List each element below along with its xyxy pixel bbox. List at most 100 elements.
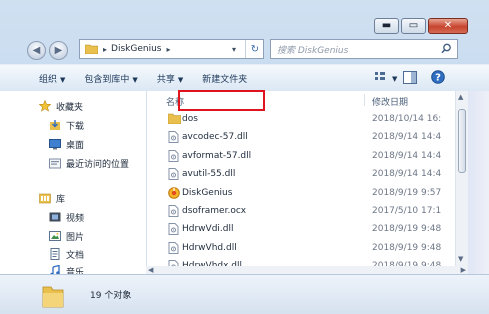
new-folder-button[interactable]: 新建文件夹 — [202, 72, 247, 85]
vertical-scrollbar[interactable]: ▲ ▼ — [455, 91, 468, 266]
preview-pane-icon[interactable] — [403, 71, 417, 87]
maximize-button[interactable]: ▭ — [401, 18, 426, 34]
file-name: HdrwVdi.dll — [182, 224, 234, 235]
chevron-down-icon: ▼ — [177, 75, 184, 84]
sidebar-favorites[interactable]: 收藏夹 — [38, 98, 84, 114]
file-name: dos — [182, 114, 198, 124]
sidebar-libraries[interactable]: 库 — [39, 190, 65, 206]
sidebar-item-label: 收藏夹 — [56, 102, 84, 113]
file-name: avutil-55.dll — [182, 169, 236, 180]
svg-text:?: ? — [435, 73, 441, 84]
list-item[interactable]: avutil-55.dll 2018/9/14 14:4 — [148, 165, 454, 183]
sidebar-item-desktop[interactable]: 桌面 — [49, 136, 84, 152]
diskgenius-app-icon — [168, 186, 180, 199]
file-name: DiskGenius — [182, 187, 233, 198]
video-icon — [49, 211, 61, 223]
forward-button[interactable]: ▶ — [49, 41, 68, 60]
content-area: 收藏夹 下载 桌面 最近访问的位置 库 视频 图片 文档 音乐 名称 修改日期 … — [0, 91, 489, 278]
file-date: 2018/9/14 14:4 — [372, 132, 442, 143]
sidebar-item-videos[interactable]: 视频 — [49, 209, 84, 225]
dll-file-icon — [168, 168, 180, 181]
file-date: 2017/5/10 17:1 — [372, 206, 442, 216]
file-date: 2018/9/19 9:48 — [372, 242, 442, 253]
dll-file-icon — [168, 205, 180, 217]
list-item[interactable]: avcodec-57.dll 2018/9/14 14:4 — [148, 128, 454, 146]
file-date: 2018/9/19 9:57 — [372, 187, 442, 198]
file-name: avformat-57.dll — [182, 150, 252, 161]
recent-places-icon — [49, 157, 61, 169]
sidebar-item-label: 文档 — [66, 250, 85, 261]
navigation-pane: 收藏夹 下载 桌面 最近访问的位置 库 视频 图片 文档 音乐 — [0, 91, 147, 278]
close-icon: ✕ — [443, 20, 453, 31]
highlight-box — [178, 90, 265, 111]
minimize-button[interactable]: ▬ — [374, 18, 399, 34]
chevron-down-icon: ▼ — [60, 75, 66, 84]
list-item[interactable]: dsoframer.ocx 2017/5/10 17:1 — [148, 202, 454, 220]
address-dropdown-icon[interactable]: ▾ — [232, 45, 236, 54]
sidebar-item-label: 视频 — [66, 213, 85, 224]
caption-buttons: ▬ ▭ ✕ — [372, 18, 468, 34]
search-input[interactable]: 搜索 DiskGenius — [277, 43, 348, 56]
folder-icon — [84, 44, 99, 55]
search-box[interactable]: 搜索 DiskGenius — [270, 39, 458, 59]
sidebar-item-recent-places[interactable]: 最近访问的位置 — [49, 155, 129, 171]
sidebar-item-label: 桌面 — [66, 140, 85, 151]
file-name: avcodec-57.dll — [182, 132, 248, 143]
scrollbar-thumb[interactable] — [458, 109, 466, 173]
refresh-icon: ↻ — [250, 43, 260, 55]
sidebar-item-pictures[interactable]: 图片 — [49, 228, 84, 244]
list-item[interactable]: DiskGenius 2018/9/19 9:57 — [148, 184, 454, 202]
list-item[interactable]: HdrwVdi.dll 2018/9/19 9:48 — [148, 220, 454, 238]
sidebar-item-downloads[interactable]: 下载 — [49, 117, 84, 133]
picture-icon — [49, 230, 61, 242]
file-list: 名称 修改日期 dos 2018/10/14 16: avcodec-57.dll 2… — [148, 91, 454, 273]
dll-file-icon — [168, 149, 180, 162]
address-bar[interactable]: ▸ DiskGenius ▸ ▾ — [79, 39, 264, 59]
breadcrumb-diskgenius[interactable]: DiskGenius — [111, 44, 161, 54]
file-date: 2018/9/14 14:4 — [372, 150, 442, 161]
desktop-icon — [49, 138, 61, 150]
details-pane: 19 个对象 — [0, 274, 489, 314]
scroll-down-icon[interactable]: ▼ — [458, 255, 463, 263]
view-options-icon[interactable] — [375, 72, 389, 86]
scroll-right-icon[interactable]: ▶ — [461, 266, 466, 274]
scroll-up-icon[interactable]: ▲ — [458, 93, 463, 101]
forward-arrow-icon: ▶ — [54, 44, 63, 56]
crumb-arrow[interactable]: ▸ — [166, 45, 170, 54]
file-name: HdrwVhd.dll — [182, 242, 237, 253]
list-item[interactable]: avformat-57.dll 2018/9/14 14:4 — [148, 147, 454, 165]
list-item[interactable]: HdrwVhd.dll 2018/9/19 9:48 — [148, 239, 454, 257]
star-icon — [38, 99, 52, 112]
download-folder-icon — [49, 119, 61, 131]
crumb-separator[interactable]: ▸ — [103, 45, 107, 54]
chevron-down-icon: ▼ — [132, 75, 138, 84]
column-divider[interactable] — [364, 94, 365, 106]
dll-file-icon — [168, 241, 180, 254]
file-date: 2018/10/14 16: — [372, 114, 442, 124]
share-menu[interactable]: 共享 ▼ — [157, 72, 183, 85]
column-header-date[interactable]: 修改日期 — [372, 95, 408, 108]
help-icon[interactable]: ? — [431, 70, 445, 87]
scroll-left-icon[interactable]: ◀ — [148, 266, 153, 274]
search-icon[interactable] — [441, 43, 452, 57]
refresh-button[interactable]: ↻ — [245, 40, 264, 58]
folder-icon — [167, 113, 182, 125]
command-bar: 组织 ▼ 包含到库中 ▼ 共享 ▼ 新建文件夹 ▼ ? — [0, 64, 489, 92]
sidebar-item-documents[interactable]: 文档 — [49, 246, 84, 262]
include-in-library-menu[interactable]: 包含到库中 ▼ — [84, 72, 137, 85]
back-button[interactable]: ◀ — [27, 41, 46, 60]
dll-file-icon — [168, 131, 180, 144]
close-button[interactable]: ✕ — [428, 18, 468, 34]
back-arrow-icon: ◀ — [32, 44, 41, 56]
explorer-window: ▬ ▭ ✕ ◀ ▶ ▸ DiskGenius ▸ ▾ ↻ 搜索 DiskGeni… — [0, 0, 489, 314]
sidebar-item-label: 最近访问的位置 — [66, 159, 130, 170]
organize-menu[interactable]: 组织 ▼ — [39, 72, 65, 85]
file-name: dsoframer.ocx — [182, 206, 247, 216]
maximize-icon: ▭ — [408, 20, 419, 31]
view-dropdown-icon[interactable]: ▼ — [392, 75, 397, 83]
item-count: 19 个对象 — [90, 291, 132, 301]
document-icon — [49, 248, 61, 260]
sidebar-item-label: 图片 — [66, 232, 85, 243]
list-item[interactable]: dos 2018/10/14 16: — [148, 110, 454, 128]
dll-file-icon — [168, 223, 180, 236]
